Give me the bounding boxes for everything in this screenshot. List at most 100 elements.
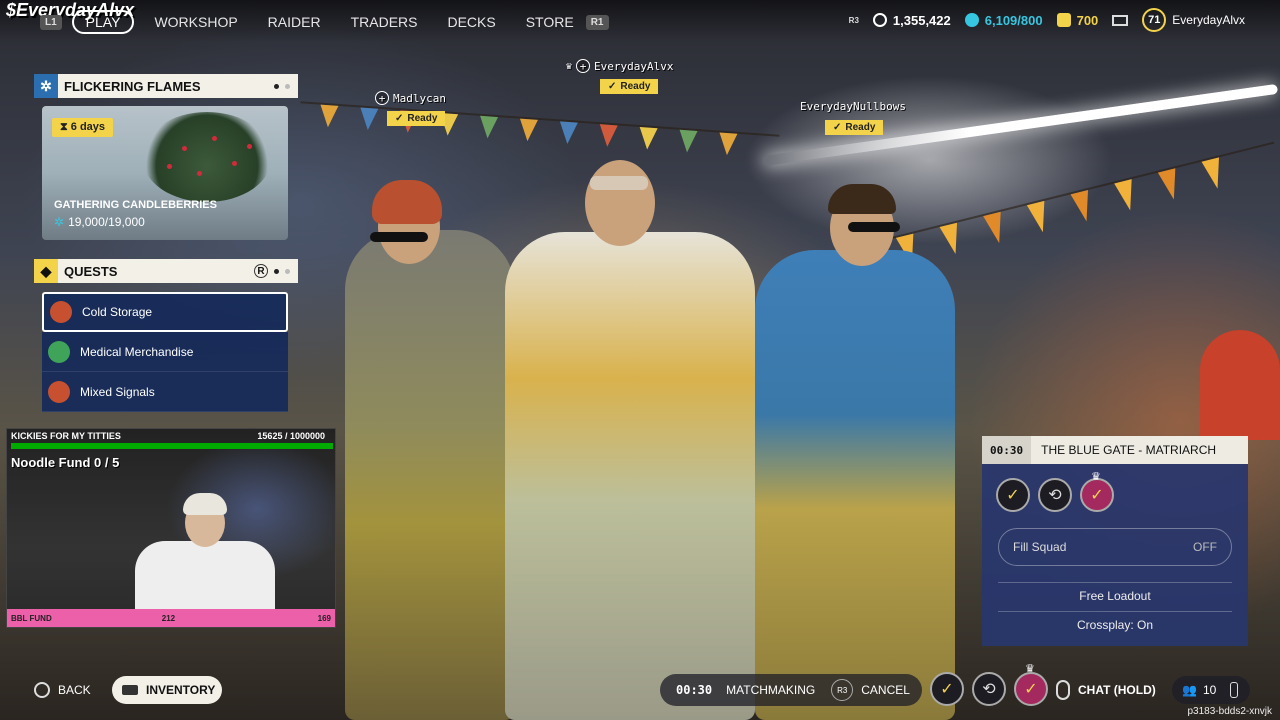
mission-panel: 00:30 THE BLUE GATE - MATRIARCH ✓ ⟲ ✓ ♛ … [982, 436, 1248, 646]
matchmaking-bar: 00:30 MATCHMAKING R3 CANCEL [660, 674, 922, 706]
quests-panel-header: ◆ QUESTS R [34, 259, 298, 283]
matchmaking-timer: 00:30 [676, 683, 713, 697]
character-center-head [585, 160, 655, 246]
session-code: p3183-bdds2-xnvjk [1187, 706, 1273, 717]
page-dots: R [254, 264, 290, 278]
check-icon: ✓ [395, 113, 404, 124]
tab-raider[interactable]: RAIDER [268, 14, 321, 30]
quest-item[interactable]: Cold Storage [42, 292, 288, 332]
people-icon: 👥 [1182, 683, 1197, 697]
bunting [885, 141, 1275, 268]
streamer-webcam: KICKIES FOR MY TITTIES 15625 / 1000000 N… [6, 428, 336, 628]
r3-button-icon: R3 [831, 679, 854, 701]
quest-diamond-icon: ◆ [34, 259, 58, 283]
coins-stat[interactable]: 1,355,422 [872, 12, 951, 28]
player-name: EverydayNullbows [800, 100, 906, 113]
inventory-button[interactable]: INVENTORY [112, 676, 222, 704]
character-right [755, 250, 955, 720]
mission-header: 00:30 THE BLUE GATE - MATRIARCH [982, 436, 1248, 464]
chat-hold-button[interactable]: CHAT (HOLD) [1056, 680, 1156, 700]
squad-member-badge: ✓ [930, 672, 964, 706]
hourglass-icon: ⧗ [60, 121, 71, 133]
r3-hint: R3 [848, 15, 859, 25]
page-dots [274, 83, 290, 89]
main-nav: L1 PLAY WORKSHOP RAIDER TRADERS DECKS ST… [40, 10, 609, 34]
quest-label: Cold Storage [82, 305, 153, 319]
squad-member-badge: ⟲ [1038, 478, 1072, 512]
crown-icon: ♛ [1025, 663, 1035, 675]
add-friend-icon[interactable]: + [375, 91, 389, 105]
back-button[interactable]: BACK [34, 676, 91, 704]
tokens-value: 700 [1076, 12, 1099, 28]
player-tag[interactable]: EverydayNullbows [800, 100, 906, 113]
add-friend-icon[interactable]: + [576, 59, 591, 73]
tab-decks[interactable]: DECKS [447, 14, 495, 30]
check-icon: ✓ [833, 122, 842, 133]
fill-squad-label: Fill Squad [1013, 540, 1067, 554]
mouse-icon [1056, 680, 1070, 700]
credits-value: 6,109/800 [984, 12, 1043, 28]
crossplay-setting[interactable]: Crossplay: On [998, 618, 1232, 632]
player-tag[interactable]: + Madlycan [375, 91, 446, 105]
character-center [505, 232, 755, 720]
top-bar: $EverydayAlvx L1 PLAY WORKSHOP RAIDER TR… [0, 0, 1280, 42]
quest-item[interactable]: Mixed Signals [42, 372, 288, 412]
squad-member-badge: ⟲ [972, 672, 1006, 706]
party-count[interactable]: 👥 10 [1172, 676, 1250, 704]
tab-traders[interactable]: TRADERS [351, 14, 418, 30]
quest-label: Medical Merchandise [80, 344, 194, 359]
ready-badge: ✓ Ready [825, 120, 884, 135]
mail-icon[interactable] [1112, 14, 1129, 26]
r-button-icon: R [254, 264, 268, 278]
event-progress: ✲ 19,000/19,000 [54, 215, 145, 229]
tokens-icon [1056, 13, 1071, 27]
inventory-label: INVENTORY [146, 683, 216, 697]
matchmaking-label: MATCHMAKING [726, 683, 816, 697]
candleberry-bush-image [142, 112, 272, 202]
free-loadout-button[interactable]: Free Loadout [998, 589, 1232, 603]
event-card-title: GATHERING CANDLEBERRIES [54, 199, 217, 211]
gear-icon: ✲ [34, 74, 58, 98]
tab-store[interactable]: STORE [526, 14, 574, 30]
player-name: Madlycan [393, 91, 446, 105]
days-remaining-badge: ⧗ 6 days [52, 118, 114, 137]
party-count-value: 10 [1202, 683, 1217, 697]
crown-icon: ♛ [1091, 471, 1101, 483]
credits-stat[interactable]: 6,109/800 [964, 12, 1043, 28]
cancel-button[interactable]: CANCEL [861, 683, 910, 697]
profile[interactable]: 71 EverydayAlvx [1142, 8, 1245, 32]
quest-icon [48, 340, 70, 363]
bbl-fund-right: 169 [317, 613, 331, 623]
touchpad-icon [122, 685, 138, 695]
days-remaining: 6 days [70, 121, 106, 133]
quest-icon [50, 301, 72, 323]
tokens-stat[interactable]: 700 [1056, 12, 1099, 28]
ready-label: Ready [407, 113, 438, 124]
event-card[interactable]: ⧗ 6 days GATHERING CANDLEBERRIES ✲ 19,00… [42, 106, 288, 240]
fill-squad-value: OFF [1193, 540, 1217, 554]
fill-squad-toggle[interactable]: Fill Squad OFF [998, 528, 1232, 566]
right-bumper-hint: R1 [585, 14, 609, 30]
quest-item[interactable]: Medical Merchandise [42, 332, 288, 372]
squad-member-badge: ✓ [996, 478, 1030, 512]
ready-label: Ready [620, 81, 651, 92]
event-panel-header: ✲ FLICKERING FLAMES [34, 74, 298, 98]
ready-label: Ready [845, 122, 876, 133]
goal-title: KICKIES FOR MY TITTIES [11, 431, 121, 441]
currency-stats: R3 1,355,422 6,109/800 700 71 EverydayAl… [849, 8, 1245, 32]
ready-badge: ✓ Ready [387, 111, 446, 126]
circle-button-icon [34, 682, 50, 698]
tab-workshop[interactable]: WORKSHOP [154, 14, 237, 30]
divider [998, 611, 1232, 612]
crown-icon: ♛ [566, 60, 573, 72]
coins-value: 1,355,422 [892, 12, 951, 28]
webcam-bottom-bar: BBL FUND 212 169 [7, 609, 335, 627]
quests-title: QUESTS [64, 263, 118, 279]
player-tag[interactable]: ♛ + EverydayAlvx [566, 59, 674, 73]
options-button-icon [1230, 682, 1239, 698]
back-label: BACK [58, 683, 91, 697]
mission-timer: 00:30 [982, 436, 1032, 464]
tab-play[interactable]: PLAY [71, 10, 135, 34]
quest-list: Cold Storage Medical Merchandise Mixed S… [42, 292, 288, 412]
level-badge: 71 [1142, 8, 1167, 32]
